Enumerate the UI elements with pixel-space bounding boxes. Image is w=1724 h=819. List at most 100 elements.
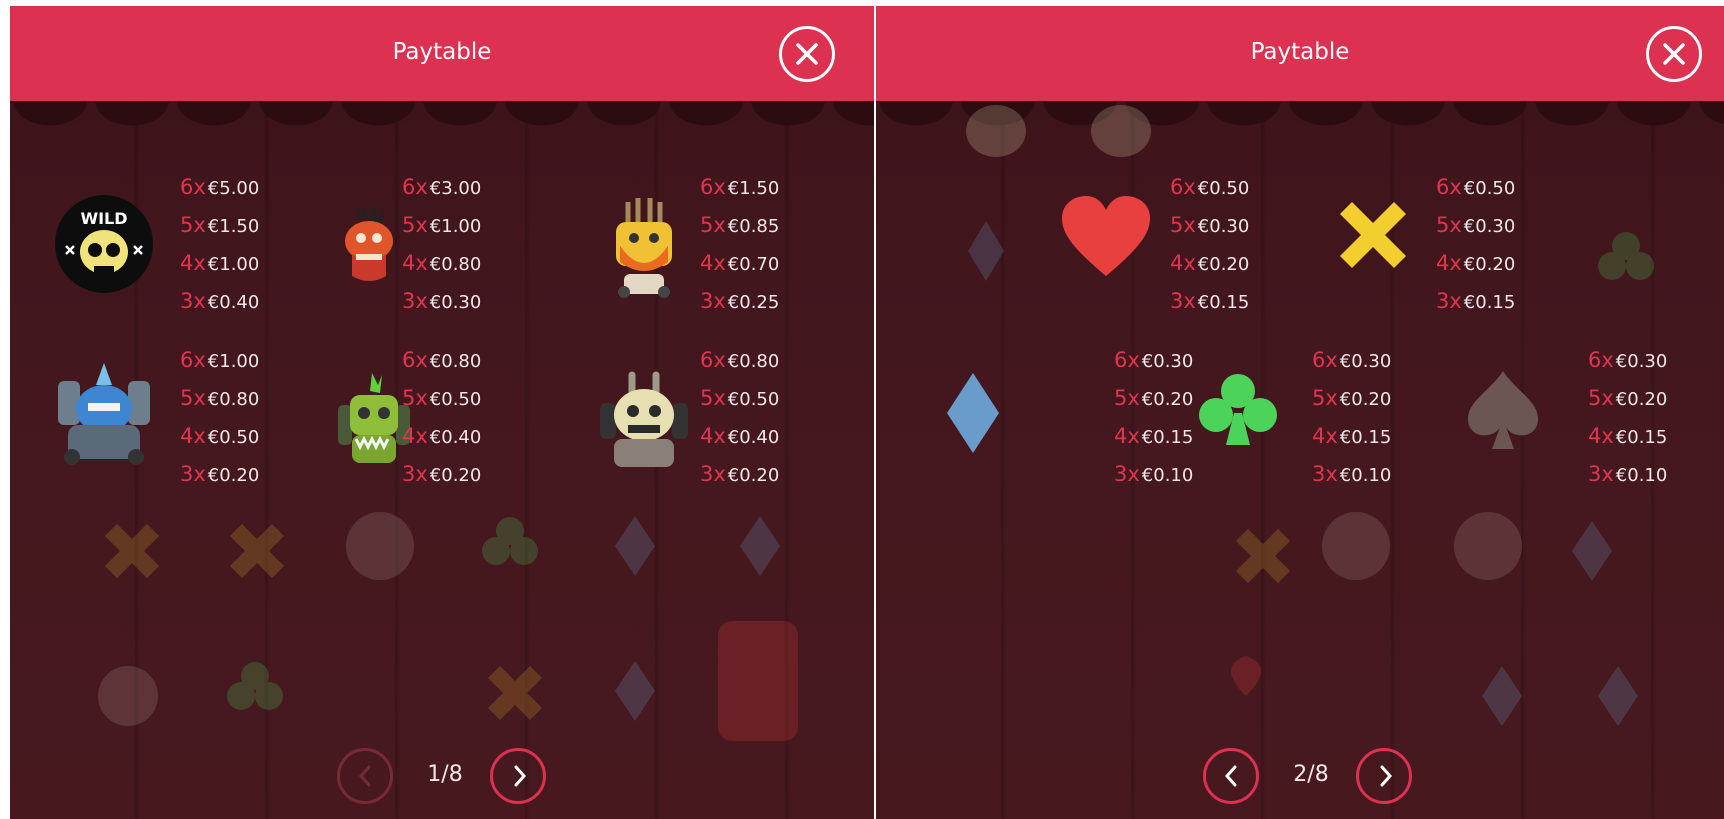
- multiplier-6x: 6x: [1436, 175, 1462, 199]
- paytable-entry-red-monster: 6x €3.00 5x €1.00 4x €0.80 3x €0.30: [334, 168, 554, 328]
- multiplier-6x: 6x: [180, 348, 206, 372]
- multiplier-4x: 4x: [1312, 424, 1338, 448]
- payout-3x: €0.25: [727, 292, 780, 313]
- page-indicator: 1/8: [427, 762, 463, 787]
- payout-4x: €0.50: [207, 427, 260, 448]
- multiplier-3x: 3x: [180, 289, 206, 313]
- payout-4x: €0.70: [727, 254, 780, 275]
- page-indicator: 2/8: [1293, 762, 1329, 787]
- payout-6x: €0.80: [727, 351, 780, 372]
- close-button[interactable]: [1646, 26, 1702, 82]
- pagination: 1/8: [337, 748, 557, 804]
- payout-3x: €0.20: [429, 465, 482, 486]
- payout-6x: €1.00: [207, 351, 260, 372]
- multiplier-3x: 3x: [402, 289, 428, 313]
- payout-3x: €0.10: [1141, 465, 1194, 486]
- close-button[interactable]: [779, 26, 835, 82]
- paytable-entry-orange-monster: 6x €1.50 5x €0.85 4x €0.70 3x €0.25: [598, 168, 818, 328]
- chevron-left-icon: [1224, 765, 1237, 787]
- payout-6x: €3.00: [429, 178, 482, 199]
- multiplier-6x: 6x: [402, 175, 428, 199]
- spade-symbol-icon: [1468, 371, 1538, 449]
- payout-5x: €1.50: [207, 216, 260, 237]
- payout-5x: €0.20: [1615, 389, 1668, 410]
- next-page-button[interactable]: [1356, 748, 1412, 804]
- multiplier-6x: 6x: [700, 348, 726, 372]
- payout-5x: €0.30: [1197, 216, 1250, 237]
- previous-page-button[interactable]: [1203, 748, 1259, 804]
- paytable-entry-diamond: 6x €0.30 5x €0.20 4x €0.15 3x €0.10: [946, 341, 1193, 501]
- paytable-panel-page-2: Paytable 6x €0.50 5x €0.30 4x €0.20 3x €0.15…: [876, 6, 1724, 819]
- multiplier-5x: 5x: [1436, 213, 1462, 237]
- payout-6x: €0.30: [1339, 351, 1392, 372]
- payout-5x: €0.50: [727, 389, 780, 410]
- chevron-right-icon: [514, 765, 527, 787]
- paytable-entry-wild: WILD 6x €5.00 5x €1.50 4x €1.00 3x €0.40: [54, 168, 274, 328]
- payout-3x: €0.10: [1339, 465, 1392, 486]
- payout-3x: €0.20: [207, 465, 260, 486]
- chevron-left-icon: [358, 765, 371, 787]
- header-bar: Paytable: [10, 6, 874, 101]
- payout-6x: €0.30: [1141, 351, 1194, 372]
- close-icon: [1663, 43, 1685, 65]
- multiplier-3x: 3x: [700, 289, 726, 313]
- multiplier-6x: 6x: [1170, 175, 1196, 199]
- payout-5x: €0.50: [429, 389, 482, 410]
- multiplier-3x: 3x: [1436, 289, 1462, 313]
- page-title: Paytable: [392, 39, 492, 65]
- multiplier-3x: 3x: [1588, 462, 1614, 486]
- payout-4x: €0.15: [1615, 427, 1668, 448]
- paytable-entry-heart: 6x €0.50 5x €0.30 4x €0.20 3x €0.15: [1060, 168, 1280, 328]
- multiplier-5x: 5x: [1588, 386, 1614, 410]
- payout-4x: €0.20: [1197, 254, 1250, 275]
- paytable-entry-cross: 6x €0.50 5x €0.30 4x €0.20 3x €0.15: [1338, 168, 1558, 328]
- payout-5x: €0.20: [1339, 389, 1392, 410]
- payout-5x: €0.30: [1463, 216, 1516, 237]
- payout-6x: €1.50: [727, 178, 780, 199]
- paytable-entry-spade: 6x €0.30 5x €0.20 4x €0.15 3x €0.10: [1466, 341, 1716, 501]
- skull-monster-symbol-icon: [600, 371, 688, 467]
- paytable-entry-skull-monster: 6x €0.80 5x €0.50 4x €0.40 3x €0.20: [598, 341, 818, 501]
- paytable-entry-club: 6x €0.30 5x €0.20 4x €0.15 3x €0.10: [1198, 341, 1418, 501]
- pagination: 2/8: [1203, 748, 1423, 804]
- header-bar: Paytable: [876, 6, 1724, 101]
- multiplier-5x: 5x: [180, 213, 206, 237]
- payout-6x: €5.00: [207, 178, 260, 199]
- multiplier-4x: 4x: [402, 251, 428, 275]
- multiplier-4x: 4x: [1114, 424, 1140, 448]
- multiplier-6x: 6x: [700, 175, 726, 199]
- multiplier-5x: 5x: [700, 386, 726, 410]
- next-page-button[interactable]: [490, 748, 546, 804]
- previous-page-button[interactable]: [337, 748, 393, 804]
- payout-3x: €0.10: [1615, 465, 1668, 486]
- multiplier-5x: 5x: [402, 386, 428, 410]
- payout-5x: €0.80: [207, 389, 260, 410]
- multiplier-3x: 3x: [1114, 462, 1140, 486]
- payout-4x: €0.40: [429, 427, 482, 448]
- multiplier-5x: 5x: [1114, 386, 1140, 410]
- multiplier-4x: 4x: [180, 424, 206, 448]
- blue-monster-symbol-icon: [58, 363, 150, 465]
- multiplier-5x: 5x: [180, 386, 206, 410]
- multiplier-3x: 3x: [1312, 462, 1338, 486]
- multiplier-6x: 6x: [1312, 348, 1338, 372]
- chevron-right-icon: [1380, 765, 1393, 787]
- payout-6x: €0.50: [1197, 178, 1250, 199]
- multiplier-4x: 4x: [402, 424, 428, 448]
- red-monster-symbol-icon: [345, 202, 393, 281]
- payout-4x: €0.80: [429, 254, 482, 275]
- multiplier-3x: 3x: [700, 462, 726, 486]
- paytable-entry-green-monster: 6x €0.80 5x €0.50 4x €0.40 3x €0.20: [334, 341, 554, 501]
- paytable-panel-page-1: Paytable WILD 6x €5.00 5x €1.50 4x €1.00 3x…: [10, 6, 874, 819]
- wild-symbol-icon: WILD: [55, 195, 153, 293]
- orange-monster-symbol-icon: [616, 198, 672, 298]
- multiplier-6x: 6x: [402, 348, 428, 372]
- payout-3x: €0.20: [727, 465, 780, 486]
- multiplier-4x: 4x: [1170, 251, 1196, 275]
- club-symbol-icon: [1199, 374, 1277, 445]
- multiplier-6x: 6x: [1588, 348, 1614, 372]
- payout-4x: €0.15: [1141, 427, 1194, 448]
- cross-symbol-icon: [1340, 202, 1406, 268]
- multiplier-5x: 5x: [700, 213, 726, 237]
- multiplier-3x: 3x: [402, 462, 428, 486]
